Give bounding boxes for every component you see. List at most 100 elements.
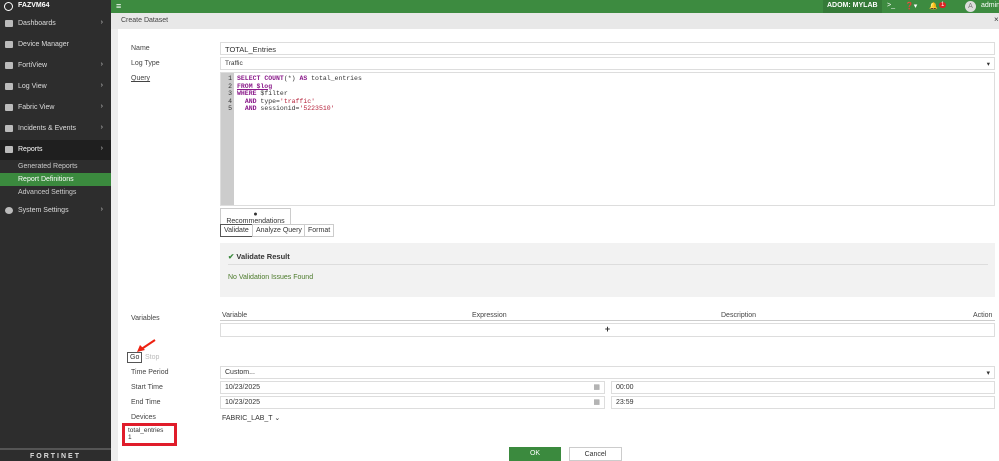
devices-value: FABRIC_LAB_T: [222, 415, 273, 422]
adom-selector[interactable]: ADOM: MYLAB: [823, 0, 882, 13]
name-label: Name: [131, 45, 150, 52]
time-period-select[interactable]: Custom... ▾: [220, 366, 995, 379]
sidebar-item-fabric-view[interactable]: Fabric View ›: [0, 98, 111, 118]
chevron-right-icon: ›: [100, 103, 103, 110]
start-time-input[interactable]: 00:00: [611, 381, 995, 394]
nav-label: Incidents & Events: [18, 125, 76, 132]
result-column: total_entries: [128, 427, 164, 434]
cancel-button[interactable]: Cancel: [569, 447, 622, 461]
line-numbers: 12345: [221, 73, 234, 205]
chevron-right-icon: ›: [100, 206, 103, 213]
resize-handle[interactable]: [111, 29, 118, 461]
stop-button[interactable]: Stop: [145, 354, 159, 361]
time-period-value: Custom...: [225, 369, 255, 376]
nav-label: Dashboards: [18, 20, 56, 27]
logo-icon: [4, 2, 13, 11]
col-action: Action: [973, 312, 993, 319]
gear-icon: [5, 207, 13, 214]
log-type-select[interactable]: Traffic ▾: [220, 57, 995, 70]
end-date-input[interactable]: 10/23/2025 ▦: [220, 396, 605, 409]
query-editor[interactable]: 12345 SELECT COUNT(*) AS total_entries FR…: [220, 72, 995, 206]
caret-down-icon: ▾: [986, 370, 990, 377]
fabric-icon: [5, 104, 13, 111]
sidebar-item-log-view[interactable]: Log View ›: [0, 77, 111, 97]
bulb-icon: ●: [253, 211, 258, 218]
log-type-value: Traffic: [225, 60, 243, 67]
top-bar: ≡ ADOM: MYLAB >_ ❓▾ 🔔 1 A admin: [111, 0, 999, 13]
nav-label: Log View: [18, 83, 47, 90]
table-divider: [220, 320, 995, 321]
log-icon: [5, 83, 13, 90]
dialog-title: Create Dataset: [111, 13, 999, 29]
help-icon[interactable]: ❓▾: [905, 2, 917, 10]
user-name[interactable]: admin: [981, 2, 999, 9]
validate-message: No Validation Issues Found: [228, 274, 314, 281]
sidebar-subitem-report-definitions[interactable]: Report Definitions: [0, 173, 111, 186]
validate-result-title: ✔ Validate Result: [228, 252, 988, 265]
notification-badge: 1: [939, 2, 947, 8]
close-icon[interactable]: ×: [994, 15, 999, 24]
sidebar-subitem-generated-reports[interactable]: Generated Reports: [0, 160, 111, 173]
nav-label: Device Manager: [18, 41, 69, 48]
col-variable: Variable: [222, 312, 248, 319]
title-text: Validate Result: [236, 252, 290, 261]
sidebar-item-system-settings[interactable]: System Settings ›: [0, 201, 111, 221]
chevron-right-icon: ›: [100, 19, 103, 26]
code-line: AND type='traffic': [244, 97, 316, 105]
sidebar-item-incidents[interactable]: Incidents & Events ›: [0, 119, 111, 139]
device-icon: [5, 41, 13, 48]
calendar-icon[interactable]: ▦: [593, 383, 600, 391]
calendar-icon[interactable]: ▦: [593, 398, 600, 406]
name-input[interactable]: TOTAL_Entries: [220, 42, 995, 55]
sidebar-subitem-advanced-settings[interactable]: Advanced Settings: [0, 186, 111, 199]
sidebar-item-device-manager[interactable]: Device Manager: [0, 35, 111, 55]
query-result-highlight: total_entries 1: [122, 423, 177, 446]
caret-down-icon: ▾: [986, 61, 990, 68]
query-label[interactable]: Query: [131, 75, 150, 82]
time-period-label: Time Period: [131, 369, 169, 376]
incidents-icon: [5, 125, 13, 132]
variables-label: Variables: [131, 315, 160, 322]
sidebar-item-dashboards[interactable]: Dashboards ›: [0, 14, 111, 34]
format-button[interactable]: Format: [304, 224, 335, 237]
chevron-right-icon: ›: [100, 124, 103, 131]
start-date-value: 10/23/2025: [225, 384, 261, 391]
col-expression: Expression: [472, 312, 507, 319]
nav-label: FortiView: [18, 62, 48, 69]
code-line: WHERE $filter: [237, 90, 288, 97]
code-line: AND sessionid='5223510': [244, 105, 335, 112]
devices-select[interactable]: FABRIC_LAB_T ⌄: [222, 414, 280, 422]
brand-name: FAZVM64: [18, 2, 50, 9]
sidebar-item-fortiview[interactable]: FortiView ›: [0, 56, 111, 76]
add-variable-button[interactable]: +: [220, 323, 995, 337]
brand: FAZVM64: [0, 0, 111, 13]
chevron-right-icon: ›: [100, 61, 103, 68]
chevron-right-icon: ›: [100, 82, 103, 89]
nav-label: Generated Reports: [18, 163, 78, 170]
sidebar-item-reports[interactable]: Reports ›: [0, 140, 111, 160]
dashboard-icon: [5, 20, 13, 27]
fortinet-logo: FORTINET: [0, 448, 111, 461]
nav-label: Advanced Settings: [18, 189, 77, 196]
validate-button[interactable]: Validate: [220, 224, 253, 237]
col-description: Description: [721, 312, 757, 319]
start-date-input[interactable]: 10/23/2025 ▦: [220, 381, 605, 394]
query-code: SELECT COUNT(*) AS total_entries FROM $lo…: [237, 75, 362, 113]
chevron-down-icon: ⌄: [272, 415, 281, 422]
analyze-query-button[interactable]: Analyze Query: [252, 224, 306, 237]
fortiview-icon: [5, 62, 13, 69]
red-arrow-annotation: [137, 339, 156, 352]
nav-label: System Settings: [18, 207, 69, 214]
end-time-input[interactable]: 23:59: [611, 396, 995, 409]
reports-icon: [5, 146, 13, 153]
cli-console-icon[interactable]: >_: [887, 2, 895, 9]
start-time-label: Start Time: [131, 384, 163, 391]
code-line: SELECT COUNT(*) AS total_entries: [237, 75, 362, 82]
validate-result-panel: ✔ Validate Result No Validation Issues F…: [220, 243, 995, 297]
nav-label: Report Definitions: [18, 176, 74, 183]
avatar[interactable]: A: [965, 1, 976, 12]
code-line: FROM $log: [237, 82, 273, 90]
hamburger-menu-icon[interactable]: ≡: [116, 1, 121, 11]
bell-icon[interactable]: 🔔: [929, 2, 938, 10]
ok-button[interactable]: OK: [509, 447, 561, 461]
